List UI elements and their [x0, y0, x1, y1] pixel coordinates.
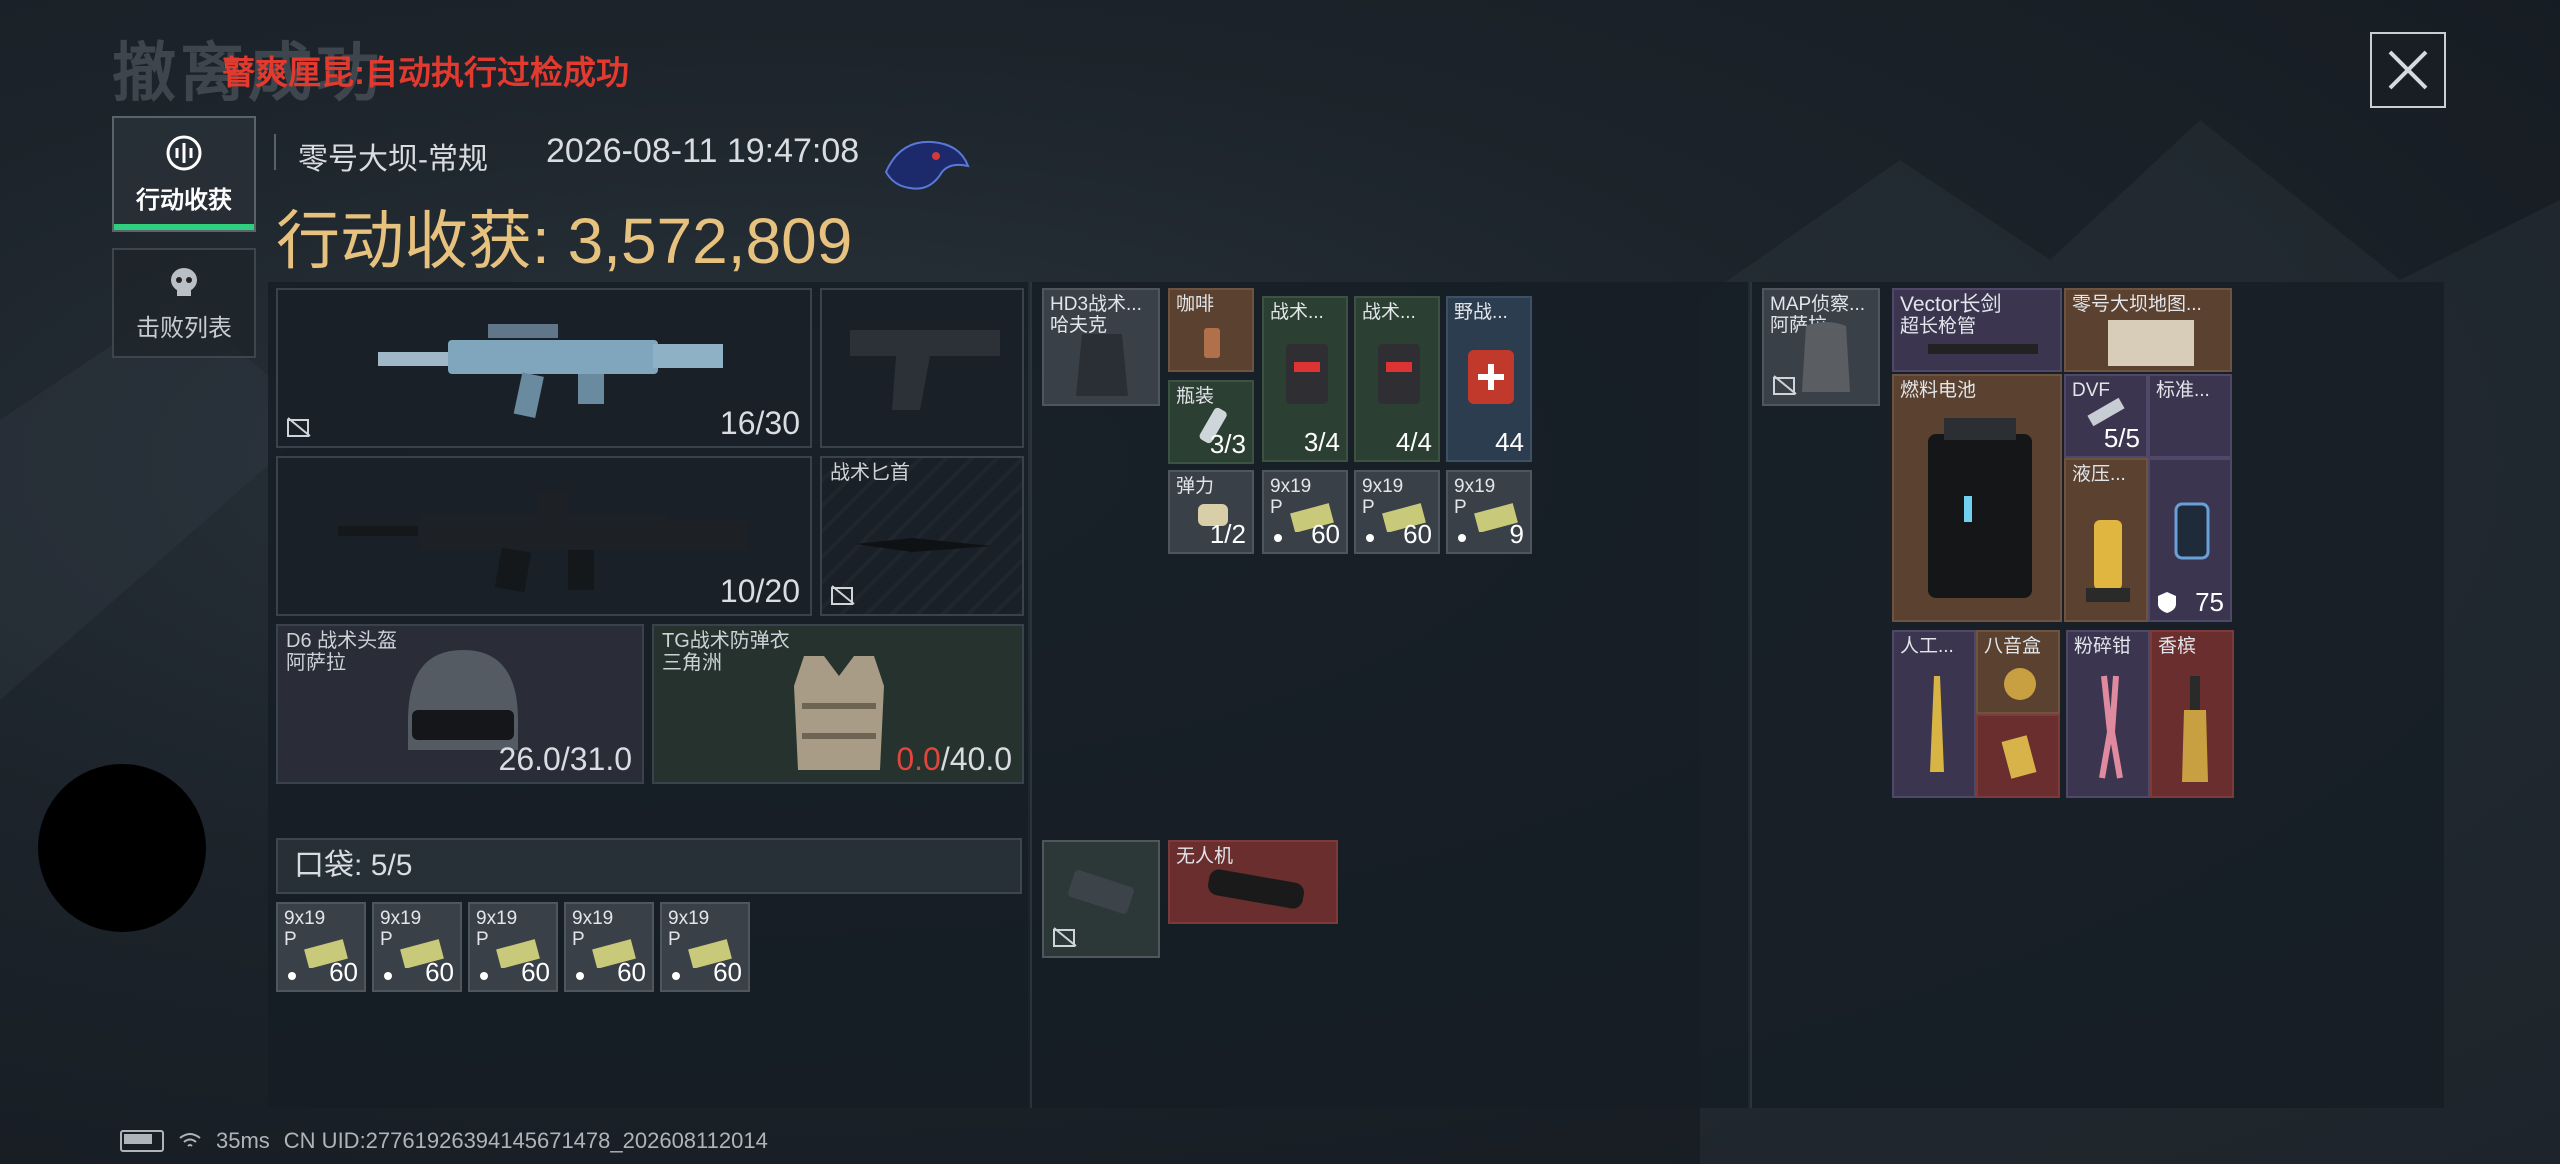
armor-shield-icon — [2158, 592, 2176, 613]
pistol-silhouette-icon — [850, 330, 1000, 410]
tab-kills[interactable]: 击败列表 — [112, 248, 256, 358]
backpack-item[interactable]: 人工... — [1892, 630, 1976, 798]
close-button[interactable] — [2370, 32, 2446, 108]
secure-case-icon — [1068, 870, 1134, 914]
knife-icon — [856, 538, 992, 552]
melee-slot[interactable]: 战术匕首 — [820, 456, 1024, 616]
pocket-item[interactable]: 9x19 P 60 — [372, 902, 462, 992]
insured-icon — [831, 585, 855, 605]
fuel-cell-icon — [1928, 418, 2032, 598]
backpack-item[interactable]: 八音盒 — [1976, 630, 2060, 714]
rig-slot[interactable]: HD3战术... 哈夫克 — [1042, 288, 1160, 406]
insured-icon — [1053, 927, 1077, 947]
armor-slot[interactable]: TG战术防弹衣 三角洲 0.0/40.0 — [652, 624, 1024, 784]
chest-rig-icon — [1076, 334, 1128, 396]
session-datetime: 2026-08-11 19:47:08 — [546, 132, 860, 170]
rig-item[interactable]: 战术... 4/4 — [1354, 296, 1440, 462]
pocket-item[interactable]: 9x19 P 60 — [276, 902, 366, 992]
helmet-durability: 26.0/31.0 — [498, 741, 632, 777]
rig-item[interactable]: 9x19 P 9 — [1446, 470, 1532, 554]
tab-kills-label: 击败列表 — [136, 314, 232, 342]
melee-label: 战术匕首 — [830, 462, 910, 484]
medkit-pouch-icon — [1286, 344, 1328, 404]
pocket-item[interactable]: 9x19 P 60 — [564, 902, 654, 992]
status-bar: 35ms CN UID:2776192639414567147​8_202608… — [120, 1128, 768, 1154]
secondary-weapon-slot[interactable]: 10/20 — [276, 456, 812, 616]
close-icon — [2388, 50, 2428, 90]
champagne-icon — [2182, 676, 2208, 782]
active-tab-indicator — [114, 224, 254, 230]
pocket-count: 5/5 — [370, 849, 413, 882]
secure-case-slot[interactable] — [1042, 840, 1160, 958]
lantern-icon — [2174, 502, 2210, 560]
drone-icon — [1208, 869, 1304, 909]
hydraulic-icon — [2086, 520, 2130, 602]
backpack-item[interactable]: 燃料电池 — [1892, 374, 2062, 622]
backpack-item[interactable] — [1976, 714, 2060, 798]
primary-ammo: 16/30 — [719, 405, 800, 441]
ping-value: 35ms — [216, 1128, 270, 1153]
pocket-item[interactable]: 9x19 P 60 — [468, 902, 558, 992]
backpack-item[interactable]: 标准... — [2148, 374, 2232, 458]
backpack-item[interactable]: 75 — [2148, 458, 2232, 622]
coffee-can-icon — [1204, 328, 1220, 358]
pocket-header: 口袋: 5/5 — [276, 838, 1022, 894]
backpack-item[interactable]: Vector长剑 超长枪管 — [1892, 288, 2062, 372]
music-box-icon — [2004, 668, 2036, 700]
system-notice: 瞽爽厘昆:自动执行过检成功 — [222, 54, 629, 91]
helmet-slot[interactable]: D6 战术头盔 阿萨拉 26.0/31.0 — [276, 624, 644, 784]
field-medkit-icon — [1468, 350, 1514, 404]
pocket-label: 口袋: — [294, 849, 363, 882]
rig-item[interactable]: 9x19 P 60 — [1354, 470, 1440, 554]
tab-loot-label: 行动收获 — [136, 186, 232, 214]
rig-item[interactable]: 战术... 3/4 — [1262, 296, 1348, 462]
pistol-slot[interactable] — [820, 288, 1024, 448]
backpack-item[interactable]: DVF 5/5 — [2064, 374, 2148, 458]
backpack-item[interactable]: 零号大坝地图... — [2064, 288, 2232, 372]
earnings-label: 行动收获: — [276, 205, 550, 277]
backpack-item[interactable]: 香槟 — [2150, 630, 2234, 798]
drone-slot[interactable]: 无人机 — [1168, 840, 1338, 924]
backpack-item[interactable]: 粉碎钳 — [2066, 630, 2150, 798]
map-icon — [2108, 320, 2194, 366]
armor-name: TG战术防弹衣 三角洲 — [662, 630, 790, 674]
rig-item[interactable]: 咖啡 — [1168, 288, 1254, 372]
primary-weapon-slot[interactable]: 16/30 — [276, 288, 812, 448]
armor-durability: 0.0/40.0 — [896, 741, 1012, 777]
player-uid: CN UID:2776192639414567147​8_20260811201… — [283, 1128, 768, 1153]
rifle-icon — [338, 492, 748, 593]
insured-icon — [287, 417, 311, 437]
earnings-summary: 行动收获: 3,572,809 — [276, 190, 852, 282]
loot-icon — [166, 135, 202, 170]
rig-item[interactable]: 野战... 44 — [1446, 296, 1532, 462]
barrel-icon — [1928, 344, 2038, 354]
smg-camo-icon — [378, 324, 723, 419]
pocket-item[interactable]: 9x19 P 60 — [660, 902, 750, 992]
rig-item[interactable]: 弹力 1/2 — [1168, 470, 1254, 554]
wifi-icon — [179, 1133, 201, 1147]
crusher-pliers-icon — [2099, 675, 2123, 779]
backpack-icon — [1802, 322, 1850, 392]
secondary-ammo: 10/20 — [719, 573, 800, 609]
backpack-item[interactable]: 液压... — [2064, 458, 2148, 622]
earnings-value: 3,572,809 — [567, 205, 853, 277]
backpack-slot[interactable]: MAP侦察... 阿萨拉 — [1762, 288, 1880, 406]
medkit-pouch-icon — [1378, 344, 1420, 404]
virtual-joystick[interactable] — [38, 764, 206, 932]
rig-item[interactable]: 9x19 P 60 — [1262, 470, 1348, 554]
insured-icon — [1773, 375, 1797, 395]
artificial-limb-icon — [1930, 676, 1944, 772]
tab-loot[interactable]: 行动收获 — [112, 116, 256, 232]
skull-icon — [171, 267, 197, 296]
header-divider — [274, 134, 276, 170]
battery-icon — [120, 1130, 164, 1152]
rig-item[interactable]: 瓶装 3/3 — [1168, 380, 1254, 464]
gold-item-icon — [2001, 735, 2037, 779]
map-mode: 零号大坝-常规 — [298, 143, 488, 176]
vest-icon — [794, 656, 884, 770]
helmet-name: D6 战术头盔 阿萨拉 — [286, 630, 398, 674]
panther-logo-icon — [884, 140, 970, 190]
